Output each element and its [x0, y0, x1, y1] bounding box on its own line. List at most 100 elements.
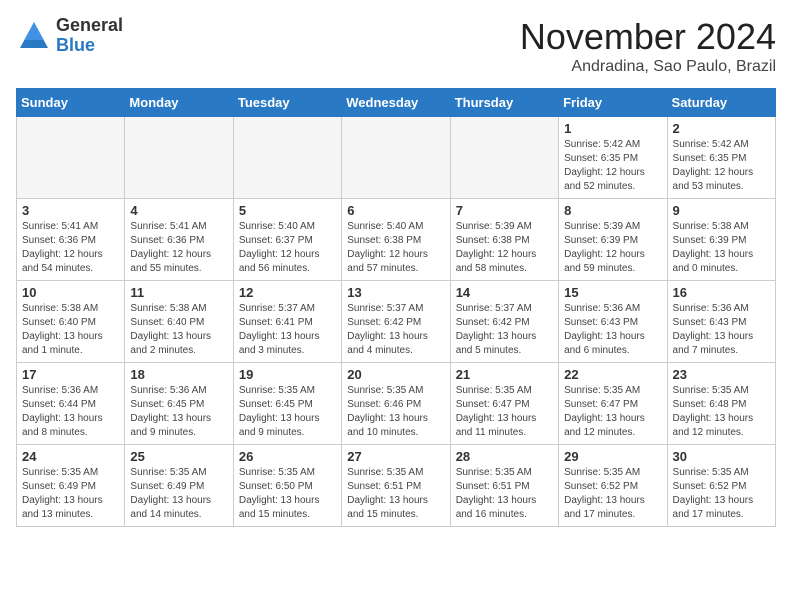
- day-number: 4: [130, 203, 227, 218]
- day-detail: Sunrise: 5:38 AMSunset: 6:39 PMDaylight:…: [673, 220, 770, 276]
- day-detail: Sunrise: 5:35 AMSunset: 6:51 PMDaylight:…: [456, 466, 553, 522]
- day-detail: Sunrise: 5:42 AMSunset: 6:35 PMDaylight:…: [564, 138, 661, 194]
- title-block: November 2024 Andradina, Sao Paulo, Braz…: [520, 16, 776, 76]
- calendar-week-1: 1 Sunrise: 5:42 AMSunset: 6:35 PMDaylight…: [17, 117, 776, 199]
- calendar-cell: 27 Sunrise: 5:35 AMSunset: 6:51 PMDayligh…: [342, 445, 450, 527]
- day-detail: Sunrise: 5:35 AMSunset: 6:51 PMDaylight:…: [347, 466, 444, 522]
- calendar-week-3: 10 Sunrise: 5:38 AMSunset: 6:40 PMDayligh…: [17, 281, 776, 363]
- day-number: 17: [22, 367, 119, 382]
- calendar-cell: 28 Sunrise: 5:35 AMSunset: 6:51 PMDayligh…: [450, 445, 558, 527]
- calendar-cell: 21Sunrise: 5:35 AMSunset: 6:47 PMDayligh…: [450, 363, 558, 445]
- weekday-header-row: SundayMondayTuesdayWednesdayThursdayFrid…: [17, 89, 776, 117]
- weekday-header-monday: Monday: [125, 89, 233, 117]
- logo-blue: Blue: [56, 36, 123, 56]
- day-number: 16: [673, 285, 770, 300]
- calendar-table: SundayMondayTuesdayWednesdayThursdayFrid…: [16, 88, 776, 527]
- day-detail: Sunrise: 5:35 AMSunset: 6:46 PMDaylight:…: [347, 384, 444, 440]
- day-number: 12: [239, 285, 336, 300]
- day-detail: Sunrise: 5:37 AMSunset: 6:42 PMDaylight:…: [456, 302, 553, 358]
- day-number: 1: [564, 121, 661, 136]
- day-detail: Sunrise: 5:35 AMSunset: 6:47 PMDaylight:…: [456, 384, 553, 440]
- day-number: 7: [456, 203, 553, 218]
- calendar-cell: [450, 117, 558, 199]
- calendar-cell: 12 Sunrise: 5:37 AMSunset: 6:41 PMDayligh…: [233, 281, 341, 363]
- day-number: 30: [673, 449, 770, 464]
- calendar-cell: 7 Sunrise: 5:39 AMSunset: 6:38 PMDaylight…: [450, 199, 558, 281]
- day-number: 15: [564, 285, 661, 300]
- calendar-cell: 23 Sunrise: 5:35 AMSunset: 6:48 PMDayligh…: [667, 363, 775, 445]
- calendar-cell: 6Sunrise: 5:40 AMSunset: 6:38 PMDaylight…: [342, 199, 450, 281]
- day-detail: Sunrise: 5:35 AMSunset: 6:48 PMDaylight:…: [673, 384, 770, 440]
- weekday-header-tuesday: Tuesday: [233, 89, 341, 117]
- day-number: 18: [130, 367, 227, 382]
- calendar-cell: 8Sunrise: 5:39 AMSunset: 6:39 PMDaylight…: [559, 199, 667, 281]
- day-detail: Sunrise: 5:40 AMSunset: 6:38 PMDaylight:…: [347, 220, 444, 276]
- calendar-cell: 13Sunrise: 5:37 AMSunset: 6:42 PMDayligh…: [342, 281, 450, 363]
- day-number: 28: [456, 449, 553, 464]
- day-number: 20: [347, 367, 444, 382]
- calendar-cell: 20 Sunrise: 5:35 AMSunset: 6:46 PMDayligh…: [342, 363, 450, 445]
- calendar-cell: 24 Sunrise: 5:35 AMSunset: 6:49 PMDayligh…: [17, 445, 125, 527]
- calendar-cell: 18 Sunrise: 5:36 AMSunset: 6:45 PMDayligh…: [125, 363, 233, 445]
- day-detail: Sunrise: 5:41 AMSunset: 6:36 PMDaylight:…: [130, 220, 227, 276]
- day-detail: Sunrise: 5:35 AMSunset: 6:52 PMDaylight:…: [564, 466, 661, 522]
- calendar-cell: 15 Sunrise: 5:36 AMSunset: 6:43 PMDayligh…: [559, 281, 667, 363]
- weekday-header-saturday: Saturday: [667, 89, 775, 117]
- day-detail: Sunrise: 5:37 AMSunset: 6:41 PMDaylight:…: [239, 302, 336, 358]
- calendar-cell: 22Sunrise: 5:35 AMSunset: 6:47 PMDayligh…: [559, 363, 667, 445]
- month-title: November 2024: [520, 16, 776, 58]
- day-number: 27: [347, 449, 444, 464]
- day-detail: Sunrise: 5:36 AMSunset: 6:43 PMDaylight:…: [673, 302, 770, 358]
- weekday-header-sunday: Sunday: [17, 89, 125, 117]
- calendar-cell: 11 Sunrise: 5:38 AMSunset: 6:40 PMDayligh…: [125, 281, 233, 363]
- calendar-cell: [17, 117, 125, 199]
- day-number: 14: [456, 285, 553, 300]
- calendar-cell: 16 Sunrise: 5:36 AMSunset: 6:43 PMDayligh…: [667, 281, 775, 363]
- calendar-cell: 30 Sunrise: 5:35 AMSunset: 6:52 PMDayligh…: [667, 445, 775, 527]
- day-number: 2: [673, 121, 770, 136]
- calendar-cell: 26 Sunrise: 5:35 AMSunset: 6:50 PMDayligh…: [233, 445, 341, 527]
- day-number: 11: [130, 285, 227, 300]
- day-number: 23: [673, 367, 770, 382]
- weekday-header-friday: Friday: [559, 89, 667, 117]
- day-detail: Sunrise: 5:38 AMSunset: 6:40 PMDaylight:…: [130, 302, 227, 358]
- day-detail: Sunrise: 5:39 AMSunset: 6:39 PMDaylight:…: [564, 220, 661, 276]
- day-number: 24: [22, 449, 119, 464]
- calendar-cell: 10 Sunrise: 5:38 AMSunset: 6:40 PMDayligh…: [17, 281, 125, 363]
- day-detail: Sunrise: 5:35 AMSunset: 6:50 PMDaylight:…: [239, 466, 336, 522]
- day-detail: Sunrise: 5:36 AMSunset: 6:45 PMDaylight:…: [130, 384, 227, 440]
- day-detail: Sunrise: 5:35 AMSunset: 6:49 PMDaylight:…: [130, 466, 227, 522]
- day-number: 29: [564, 449, 661, 464]
- day-detail: Sunrise: 5:36 AMSunset: 6:43 PMDaylight:…: [564, 302, 661, 358]
- calendar-cell: 17 Sunrise: 5:36 AMSunset: 6:44 PMDayligh…: [17, 363, 125, 445]
- location-title: Andradina, Sao Paulo, Brazil: [520, 58, 776, 76]
- calendar-cell: [125, 117, 233, 199]
- day-number: 26: [239, 449, 336, 464]
- day-detail: Sunrise: 5:42 AMSunset: 6:35 PMDaylight:…: [673, 138, 770, 194]
- calendar-cell: [342, 117, 450, 199]
- day-detail: Sunrise: 5:39 AMSunset: 6:38 PMDaylight:…: [456, 220, 553, 276]
- logo-icon: [16, 18, 52, 54]
- calendar-cell: [233, 117, 341, 199]
- day-number: 10: [22, 285, 119, 300]
- calendar-cell: 25 Sunrise: 5:35 AMSunset: 6:49 PMDayligh…: [125, 445, 233, 527]
- day-number: 13: [347, 285, 444, 300]
- day-detail: Sunrise: 5:35 AMSunset: 6:45 PMDaylight:…: [239, 384, 336, 440]
- day-number: 19: [239, 367, 336, 382]
- logo: General Blue: [16, 16, 123, 56]
- calendar-week-5: 24 Sunrise: 5:35 AMSunset: 6:49 PMDayligh…: [17, 445, 776, 527]
- day-detail: Sunrise: 5:38 AMSunset: 6:40 PMDaylight:…: [22, 302, 119, 358]
- calendar-week-4: 17 Sunrise: 5:36 AMSunset: 6:44 PMDayligh…: [17, 363, 776, 445]
- calendar-cell: 29 Sunrise: 5:35 AMSunset: 6:52 PMDayligh…: [559, 445, 667, 527]
- day-number: 9: [673, 203, 770, 218]
- day-number: 25: [130, 449, 227, 464]
- calendar-week-2: 3 Sunrise: 5:41 AMSunset: 6:36 PMDaylight…: [17, 199, 776, 281]
- day-number: 3: [22, 203, 119, 218]
- day-number: 5: [239, 203, 336, 218]
- day-detail: Sunrise: 5:36 AMSunset: 6:44 PMDaylight:…: [22, 384, 119, 440]
- calendar-cell: 9 Sunrise: 5:38 AMSunset: 6:39 PMDaylight…: [667, 199, 775, 281]
- day-detail: Sunrise: 5:35 AMSunset: 6:52 PMDaylight:…: [673, 466, 770, 522]
- logo-general: General: [56, 16, 123, 36]
- weekday-header-wednesday: Wednesday: [342, 89, 450, 117]
- day-detail: Sunrise: 5:35 AMSunset: 6:49 PMDaylight:…: [22, 466, 119, 522]
